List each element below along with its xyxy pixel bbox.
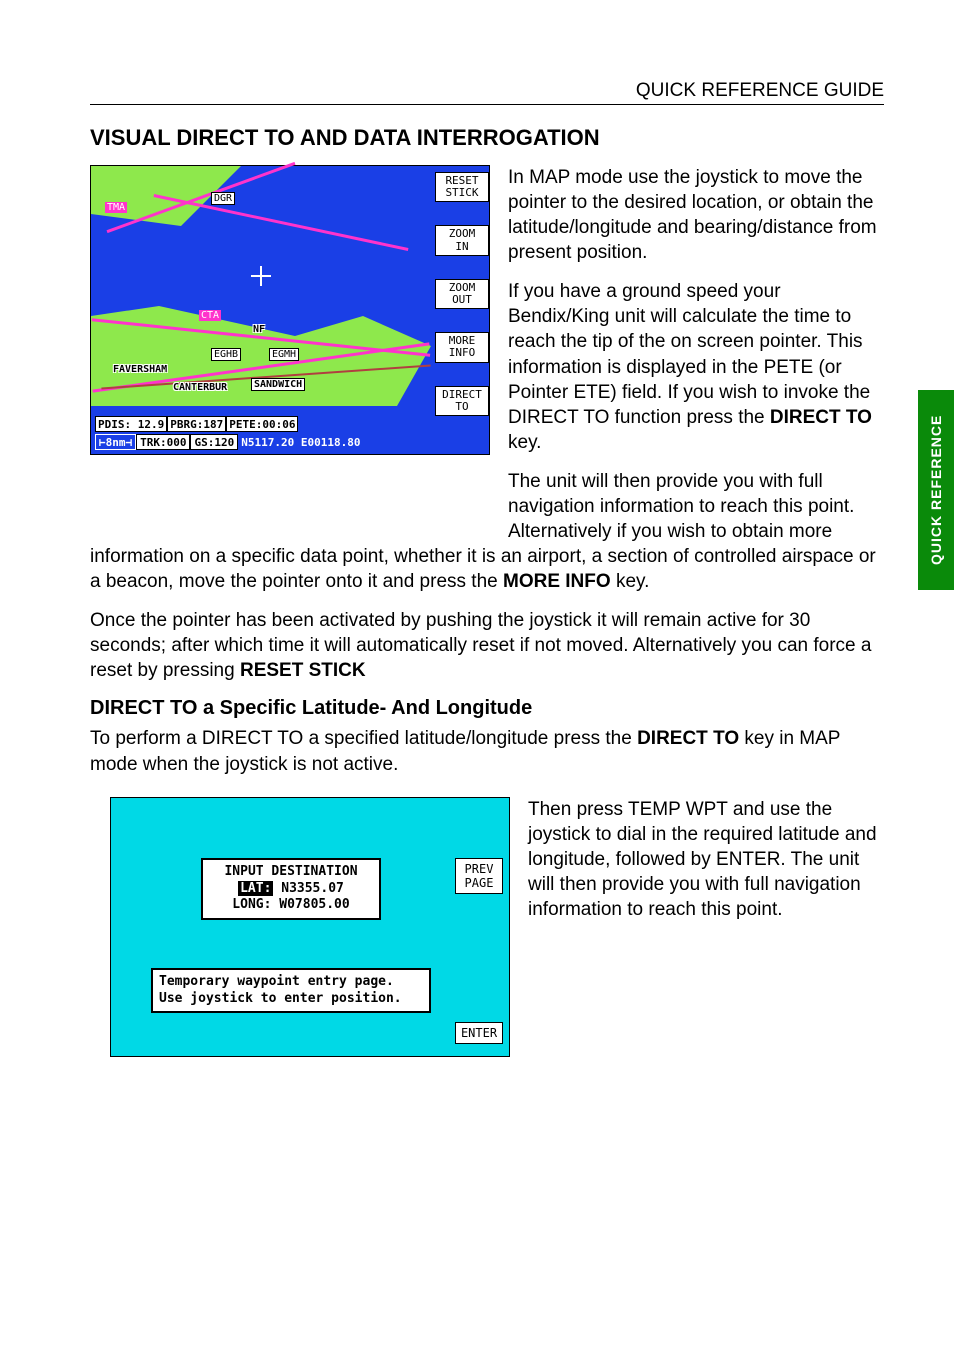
softkey-zoom-out[interactable]: ZOOM OUT (435, 279, 489, 309)
status-pdis: PDIS: 12.9 (95, 416, 167, 432)
status-bar-1: PDIS: 12.9 PBRG:187 PETE:00:06 (95, 416, 485, 432)
status-scale: 8nm (106, 436, 126, 449)
input-title: INPUT DESTINATION (209, 864, 373, 881)
paragraph-5: To perform a DIRECT TO a specified latit… (90, 726, 884, 776)
status-pete: PETE:00:06 (226, 416, 298, 432)
input-destination-box: INPUT DESTINATION LAT: N3355.07 LONG: W0… (201, 858, 381, 921)
paragraph-2: If you have a ground speed your Bendix/K… (508, 279, 884, 455)
status-trk: TRK:000 (136, 434, 190, 450)
paragraph-3b: information on a specific data point, wh… (90, 544, 884, 594)
map-screenshot: TMA DGR CTA NF EGHB EGMH FAVERSHAM CANTE… (90, 165, 490, 455)
map-label-sandwich: SANDWICH (251, 378, 305, 391)
header-title: QUICK REFERENCE GUIDE (90, 80, 884, 105)
content-row-2: INPUT DESTINATION LAT: N3355.07 LONG: W0… (90, 797, 884, 1057)
subsection-title: DIRECT TO a Specific Latitude- And Longi… (90, 697, 884, 720)
softkey-enter[interactable]: ENTER (455, 1022, 503, 1044)
help-line-2: Use joystick to enter position. (159, 991, 423, 1008)
softkey-column: RESET STICK ZOOM IN ZOOM OUT MORE INFO D… (435, 172, 489, 416)
side-tab: QUICK REFERENCE (918, 390, 954, 590)
input-lat-row: LAT: N3355.07 (209, 881, 373, 898)
help-line-1: Temporary waypoint entry page. (159, 974, 423, 991)
map-label-nf: NF (251, 324, 267, 335)
softkey-more-info[interactable]: MORE INFO (435, 332, 489, 362)
section-title: VISUAL DIRECT TO AND DATA INTERROGATION (90, 125, 884, 151)
map-label-faversham: FAVERSHAM (111, 364, 169, 375)
help-box: Temporary waypoint entry page. Use joyst… (151, 968, 431, 1014)
status-bar-2: ⊢8nm⊣ TRK:000 GS:120 N5117.20 E00118.80 (95, 434, 485, 450)
paragraph-3a: The unit will then provide you with full… (508, 469, 884, 544)
softkey-prev-page[interactable]: PREV PAGE (455, 858, 503, 894)
status-pbrg: PBRG:187 (167, 416, 226, 432)
paragraph-4: Once the pointer has been activated by p… (90, 608, 884, 683)
input-long-row: LONG: W07805.00 (209, 897, 373, 914)
softkey-reset-stick[interactable]: RESET STICK (435, 172, 489, 202)
content-row-1: TMA DGR CTA NF EGHB EGMH FAVERSHAM CANTE… (90, 165, 884, 544)
page-header: QUICK REFERENCE GUIDE (90, 80, 884, 105)
paragraph-1: In MAP mode use the joystick to move the… (508, 165, 884, 265)
map-label-cta: CTA (199, 310, 221, 321)
softkey-direct-to[interactable]: DIRECT TO (435, 386, 489, 416)
status-pos: N5117.20 E00118.80 (238, 434, 363, 450)
softkey-zoom-in[interactable]: ZOOM IN (435, 225, 489, 255)
map-label-egmh: EGMH (269, 348, 299, 361)
map-label-tma: TMA (105, 202, 127, 213)
map-label-canterbur: CANTERBUR (171, 382, 229, 393)
status-gs: GS:120 (190, 434, 238, 450)
map-label-dgr: DGR (211, 192, 235, 205)
paragraph-6: Then press TEMP WPT and use the joystick… (528, 797, 884, 922)
map-label-eghb: EGHB (211, 348, 241, 361)
map-crosshair-icon (251, 266, 271, 286)
input-destination-screenshot: INPUT DESTINATION LAT: N3355.07 LONG: W0… (110, 797, 510, 1057)
